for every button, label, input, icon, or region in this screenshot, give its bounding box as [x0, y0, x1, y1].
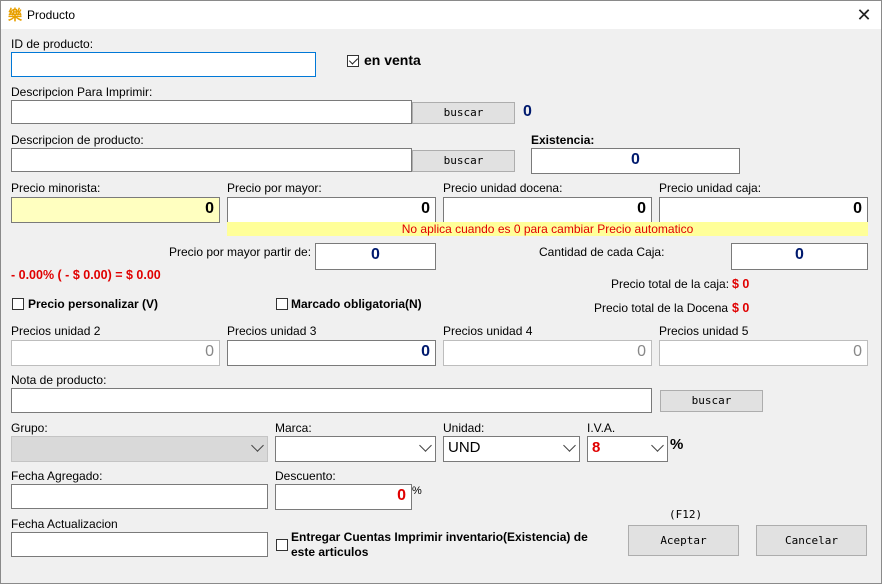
marcado-obligatoria-label: Marcado obligatoria(N): [291, 297, 422, 311]
buscar-producto-button[interactable]: buscar: [412, 150, 515, 172]
grupo-select[interactable]: [11, 436, 268, 462]
id-input[interactable]: [11, 52, 316, 77]
fecha-agregado-input[interactable]: [11, 484, 268, 509]
cantidad-caja-label: Cantidad de cada Caja:: [539, 245, 665, 259]
fecha-actualizacion-label: Fecha Actualizacion: [11, 517, 118, 531]
total-docena-value: $ 0: [732, 301, 750, 315]
precio-caja-input[interactable]: 0: [659, 197, 868, 223]
entregar-label-line2: este articulos: [291, 545, 369, 559]
id-label: ID de producto:: [11, 37, 94, 51]
producto-window: 樂 Producto ✕ ID de producto: en venta De…: [0, 0, 882, 584]
precio-personalizar-checkbox[interactable]: [12, 298, 24, 310]
chevron-down-icon: [419, 439, 432, 452]
precio-docena-input[interactable]: 0: [443, 197, 652, 223]
fecha-agregado-label: Fecha Agregado:: [11, 469, 103, 483]
unidad-2-label: Precios unidad 2: [11, 324, 101, 338]
descuento-input[interactable]: 0: [275, 484, 412, 510]
iva-percent: %: [670, 436, 684, 453]
close-icon[interactable]: ✕: [853, 5, 875, 25]
fecha-actualizacion-input[interactable]: [11, 532, 268, 557]
nota-input[interactable]: [11, 388, 652, 413]
title-bar: 樂 Producto ✕: [1, 1, 881, 29]
app-icon: 樂: [8, 7, 22, 23]
unidad-value: UND: [448, 439, 481, 456]
desc-producto-label: Descripcion de producto:: [11, 133, 144, 147]
existencia-label: Existencia:: [531, 133, 595, 147]
desc-imprimir-label: Descripcion Para Imprimir:: [11, 85, 153, 99]
price-formula: - 0.00% ( - $ 0.00) = $ 0.00: [11, 268, 161, 282]
shortcut-label: (F12): [669, 508, 703, 521]
mayor-partir-input[interactable]: 0: [315, 243, 436, 270]
total-caja-value: $ 0: [732, 277, 750, 291]
precio-caja-label: Precio unidad caja:: [659, 181, 762, 195]
descuento-label: Descuento:: [275, 469, 336, 483]
unidad-label: Unidad:: [443, 421, 485, 435]
entregar-label-line1: Entregar Cuentas Imprimir inventario(Exi…: [291, 530, 588, 544]
precio-personalizar-label: Precio personalizar (V): [28, 297, 159, 311]
desc-imprimir-count: 0: [523, 103, 532, 120]
en-venta-label: en venta: [364, 52, 421, 68]
marcado-obligatoria-checkbox[interactable]: [276, 298, 288, 310]
notice-text: No aplica cuando es 0 para cambiar Preci…: [227, 222, 868, 236]
total-caja-label: Precio total de la caja:: [611, 277, 730, 291]
unidad-5-input[interactable]: 0: [659, 340, 868, 366]
precio-minorista-input[interactable]: 0: [11, 197, 220, 223]
chevron-down-icon: [563, 439, 576, 452]
marca-select[interactable]: [275, 436, 436, 462]
cancelar-button[interactable]: Cancelar: [756, 525, 867, 556]
precio-docena-label: Precio unidad docena:: [443, 181, 563, 195]
precio-mayor-label: Precio por mayor:: [227, 181, 322, 195]
window-title: Producto: [27, 8, 76, 22]
iva-value: 8: [592, 439, 601, 456]
mayor-partir-label: Precio por mayor partir de:: [169, 245, 312, 259]
desc-producto-input[interactable]: [11, 148, 412, 172]
desc-imprimir-input[interactable]: [11, 100, 412, 124]
cantidad-caja-input[interactable]: 0: [731, 243, 868, 270]
unidad-3-input[interactable]: 0: [227, 340, 436, 366]
buscar-nota-button[interactable]: buscar: [660, 390, 763, 412]
descuento-percent: %: [412, 485, 422, 497]
iva-select[interactable]: 8: [587, 436, 668, 462]
precio-minorista-label: Precio minorista:: [11, 181, 101, 195]
buscar-imprimir-button[interactable]: buscar: [412, 102, 515, 124]
en-venta-checkbox[interactable]: [347, 55, 359, 67]
unidad-3-label: Precios unidad 3: [227, 324, 317, 338]
total-docena-label: Precio total de la Docena: [594, 301, 729, 315]
chevron-down-icon: [251, 439, 264, 452]
nota-label: Nota de producto:: [11, 373, 107, 387]
chevron-down-icon: [651, 439, 664, 452]
marca-label: Marca:: [275, 421, 312, 435]
unidad-select[interactable]: UND: [443, 436, 580, 462]
unidad-4-input[interactable]: 0: [443, 340, 652, 366]
aceptar-button[interactable]: Aceptar: [628, 525, 739, 556]
existencia-input[interactable]: 0: [531, 148, 740, 174]
precio-mayor-input[interactable]: 0: [227, 197, 436, 223]
unidad-2-input[interactable]: 0: [11, 340, 220, 366]
entregar-checkbox[interactable]: [276, 539, 288, 551]
iva-label: I.V.A.: [587, 421, 616, 435]
unidad-4-label: Precios unidad 4: [443, 324, 533, 338]
grupo-label: Grupo:: [11, 421, 48, 435]
unidad-5-label: Precios unidad 5: [659, 324, 749, 338]
